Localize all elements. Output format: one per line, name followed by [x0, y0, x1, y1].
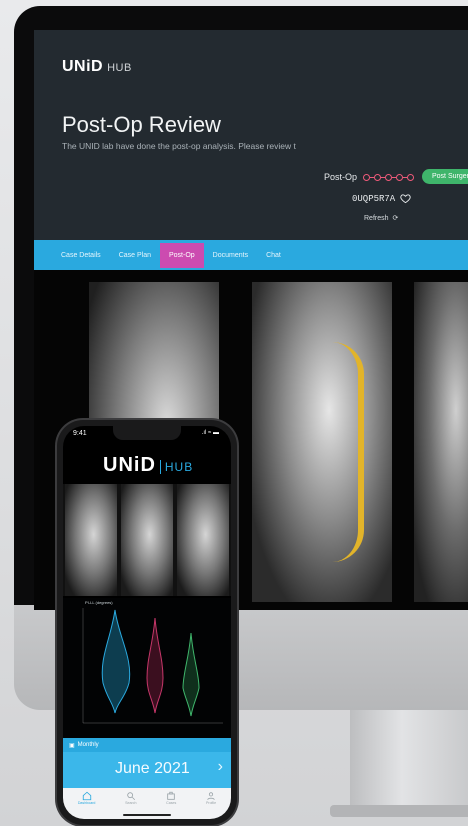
violin-series-3: [182, 632, 200, 717]
tab-search[interactable]: Search: [125, 791, 136, 805]
progress-dots-icon: [363, 173, 415, 181]
violin-series-2: [146, 617, 164, 714]
status-badge: Post Surgery: [422, 169, 468, 184]
tab-label: Dashboard: [77, 801, 96, 805]
tab-label: Search: [125, 801, 137, 805]
search-icon: [127, 792, 135, 801]
phone-xray-strip: [63, 484, 231, 596]
status-row: Post-Op: [324, 172, 415, 182]
phone-brand-logo: UNiD HUB: [103, 454, 194, 476]
tab-post-op[interactable]: Post-Op: [159, 242, 204, 268]
phone-xray-image[interactable]: [177, 484, 229, 596]
person-icon: [207, 792, 215, 800]
tab-dashboard[interactable]: Dashboard: [77, 791, 96, 805]
monthly-label: Monthly: [77, 742, 99, 748]
tab-chat[interactable]: Chat: [257, 243, 290, 268]
heart-icon[interactable]: [400, 193, 411, 204]
monthly-header: ▣ Monthly: [63, 738, 231, 752]
monitor-stand-foot: [330, 805, 468, 817]
phone-notch: [113, 426, 181, 440]
phone-device: 9:41 .ıl ≈ ▬ UNiD HUB PI-LL (degrees) ▣ M…: [57, 420, 237, 825]
app-header: UNiD HUB Post-Op Review The UNID lab have…: [34, 30, 468, 240]
month-selector: June 2021 ›: [63, 752, 231, 788]
signal-wifi-battery-icon: .ıl ≈ ▬: [201, 430, 219, 436]
brand-logo[interactable]: UNiD HUB: [62, 58, 132, 76]
tab-case-plan[interactable]: Case Plan: [110, 243, 160, 268]
page-subtitle: The UNID lab have done the post-op analy…: [62, 141, 296, 151]
tab-label: Cases: [166, 801, 177, 805]
case-id: 0UQP5R7A: [352, 193, 411, 204]
briefcase-icon: [167, 791, 175, 800]
chevron-right-icon[interactable]: ›: [218, 758, 223, 776]
spine-rod-overlay: [332, 342, 364, 562]
phone-xray-image[interactable]: [65, 484, 117, 596]
tab-case-details[interactable]: Case Details: [52, 243, 110, 268]
tab-bar: Case Details Case Plan Post-Op Documents…: [34, 240, 468, 270]
phone-time: 9:41: [73, 430, 87, 437]
phone-screen: 9:41 .ıl ≈ ▬ UNiD HUB PI-LL (degrees) ▣ M…: [63, 426, 231, 819]
month-value: June 2021: [115, 760, 190, 777]
refresh-icon: ⟳: [392, 215, 399, 222]
home-indicator[interactable]: [123, 814, 171, 816]
xray-image[interactable]: [252, 282, 392, 602]
home-icon: [82, 791, 91, 801]
violin-plot: PI-LL (degrees): [63, 598, 231, 738]
status-label: Post-Op: [324, 172, 358, 182]
monitor-stand: [350, 710, 468, 810]
tab-documents[interactable]: Documents: [204, 243, 257, 268]
page-title: Post-Op Review: [62, 112, 221, 137]
tab-label: Profile: [205, 801, 217, 805]
phone-xray-image[interactable]: [121, 484, 173, 596]
violin-series-1: [101, 609, 131, 714]
xray-image[interactable]: [414, 282, 468, 602]
case-id-value: 0UQP5R7A: [352, 193, 396, 204]
plot-title: PI-LL (degrees): [85, 600, 113, 605]
tab-cases[interactable]: Cases: [166, 791, 176, 805]
violin-plot-graphic: [82, 608, 223, 724]
refresh-button[interactable]: Refresh ⟳: [364, 214, 399, 223]
refresh-label: Refresh: [364, 214, 389, 222]
tab-profile[interactable]: Profile: [206, 791, 216, 805]
calendar-icon: ▣: [69, 742, 75, 749]
